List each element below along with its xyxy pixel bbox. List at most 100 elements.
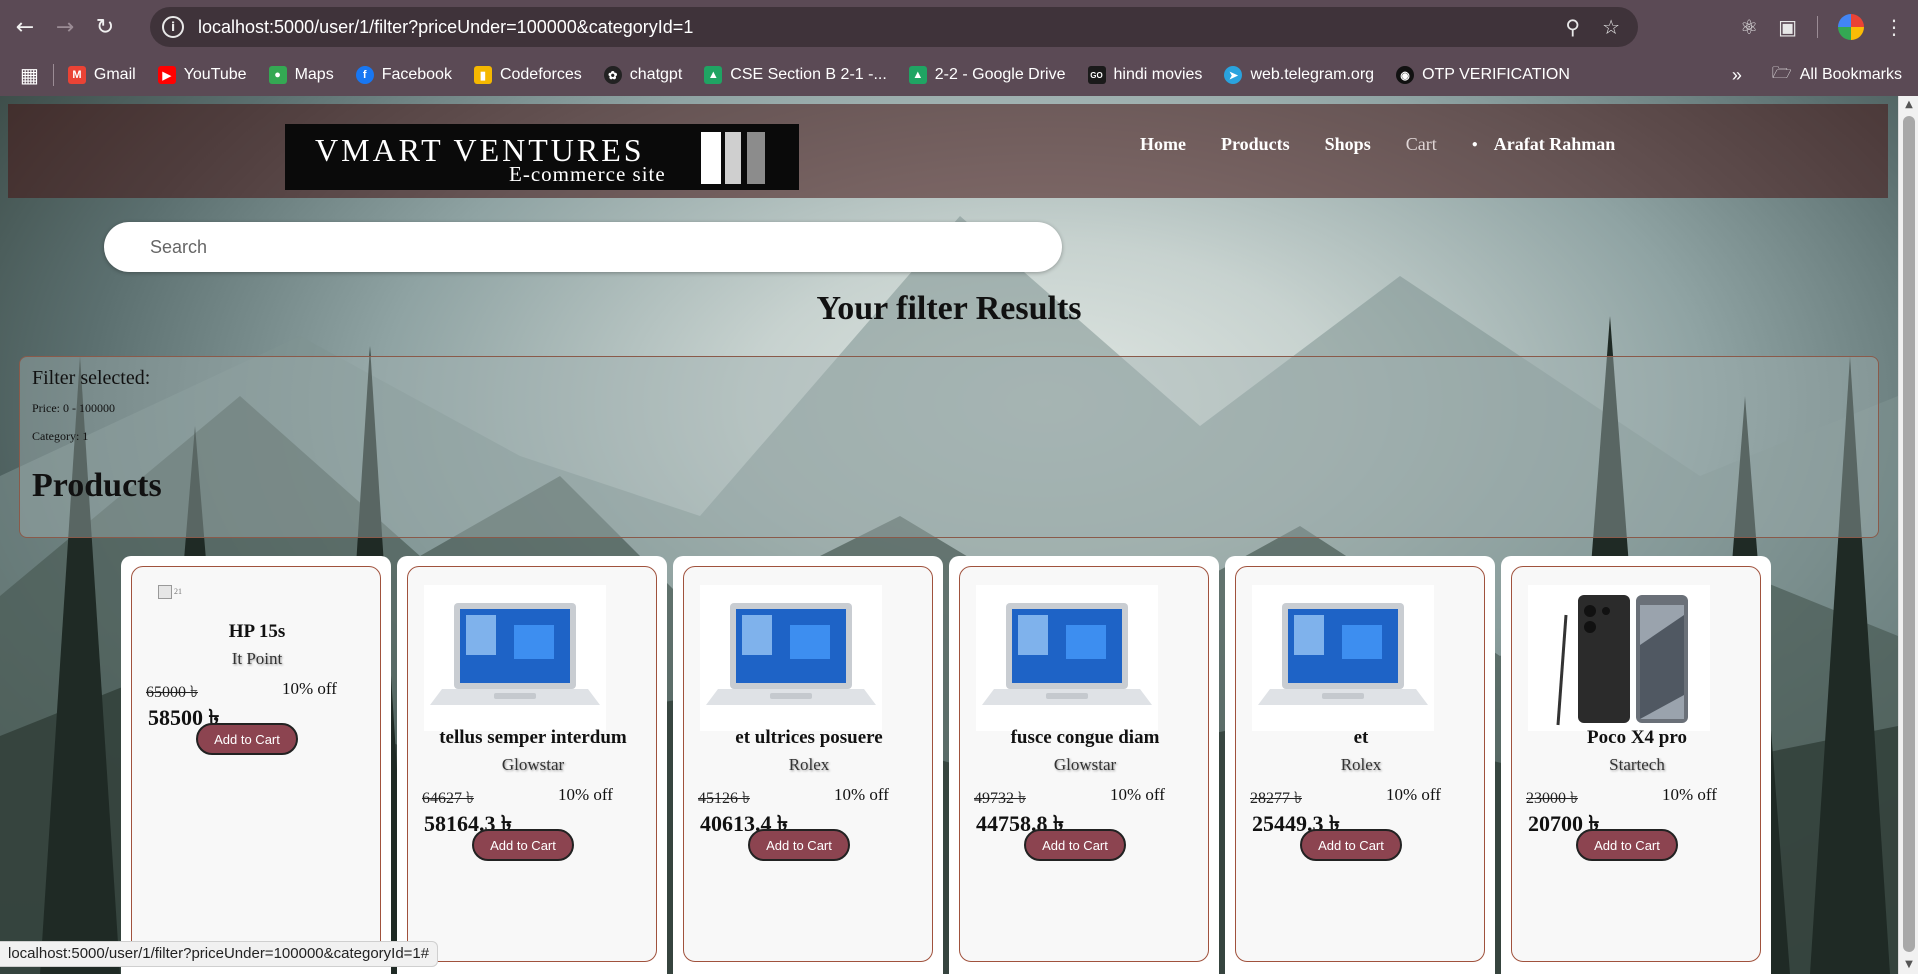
bookmark-youtube[interactable]: ▶ YouTube <box>157 66 247 84</box>
maps-icon: ● <box>268 66 287 84</box>
logo-bar-mark <box>747 132 765 184</box>
product-shop[interactable]: Glowstar <box>960 755 1210 775</box>
product-shop[interactable]: Rolex <box>684 755 934 775</box>
bookmark-gmail[interactable]: M Gmail <box>67 66 136 84</box>
bookmark-star-icon[interactable]: ☆ <box>1602 15 1620 39</box>
product-discount: 10% off <box>834 785 889 804</box>
bookmark-label: web.telegram.org <box>1250 66 1375 83</box>
bookmark-codeforces[interactable]: ▮ Codeforces <box>473 66 582 84</box>
product-image-laptop[interactable] <box>700 585 882 731</box>
facebook-icon: f <box>355 66 374 84</box>
toolbar-divider <box>1817 16 1818 38</box>
extension-react-icon[interactable]: ⚛ <box>1740 15 1758 39</box>
scrollbar-thumb[interactable] <box>1903 116 1915 952</box>
bookmark-otp[interactable]: ◉ OTP VERIFICATION <box>1396 66 1570 84</box>
product-card: et Rolex 28277 ৳ 10% off 25449.3 ৳ Add t… <box>1225 556 1495 974</box>
product-discount: 10% off <box>1662 785 1717 804</box>
product-discount: 10% off <box>1110 785 1165 804</box>
page-scrollbar[interactable]: ▲ ▼ <box>1898 96 1918 974</box>
product-image-laptop[interactable] <box>424 585 606 731</box>
page-viewport: VMART VENTURES E-commerce site Home Prod… <box>0 96 1898 974</box>
product-image-laptop[interactable] <box>1252 585 1434 731</box>
browser-toolbar: ← → ↻ i localhost:5000/user/1/filter?pri… <box>0 0 1918 54</box>
logo-bar-mark <box>701 132 721 184</box>
filter-category: Category: 1 <box>32 429 89 443</box>
bookmarks-bar: ▦ M Gmail ▶ YouTube ● Maps f Facebook ▮ Codef… <box>0 54 1918 96</box>
product-image-phone[interactable] <box>1528 585 1710 731</box>
movies-icon: GO <box>1087 66 1106 84</box>
zoom-icon[interactable]: ⚲ <box>1565 15 1580 39</box>
product-card: tellus semper interdum Glowstar 64627 ৳ … <box>397 556 667 974</box>
product-image-laptop[interactable] <box>976 585 1158 731</box>
browser-menu-icon[interactable]: ⋮ <box>1884 15 1904 39</box>
add-to-cart-button[interactable]: Add to Cart <box>1300 829 1402 861</box>
scroll-up-arrow-icon[interactable]: ▲ <box>1899 96 1918 114</box>
back-arrow-icon[interactable]: ← <box>8 10 42 44</box>
nav-shops[interactable]: Shops <box>1325 134 1371 155</box>
site-header: VMART VENTURES E-commerce site Home Prod… <box>8 104 1888 198</box>
drive-icon: ▲ <box>908 66 927 84</box>
all-bookmarks-folder[interactable]: 🗁 All Bookmarks <box>1772 62 1902 89</box>
telegram-icon: ➤ <box>1224 66 1243 84</box>
add-to-cart-button[interactable]: Add to Cart <box>1576 829 1678 861</box>
product-shop[interactable]: Startech <box>1512 755 1762 775</box>
more-bookmarks-chevron-icon[interactable]: » <box>1732 65 1742 86</box>
extensions-puzzle-icon[interactable]: ▣ <box>1778 15 1797 39</box>
bookmark-label: Codeforces <box>499 66 582 83</box>
all-bookmarks-label: All Bookmarks <box>1799 66 1902 83</box>
address-bar-url[interactable]: localhost:5000/user/1/filter?priceUnder=… <box>198 17 693 38</box>
product-shop[interactable]: Rolex <box>1236 755 1486 775</box>
bookmark-maps[interactable]: ● Maps <box>268 66 334 84</box>
site-logo[interactable]: VMART VENTURES E-commerce site <box>285 124 799 190</box>
product-card: Poco X4 pro Startech 23000 ৳ 10% off 207… <box>1501 556 1771 974</box>
product-discount: 10% off <box>558 785 613 804</box>
profile-avatar[interactable] <box>1838 14 1864 40</box>
nav-products[interactable]: Products <box>1221 134 1290 155</box>
product-card: 21 HP 15s It Point 65000 ৳ 10% off 58500… <box>121 556 391 974</box>
nav-user[interactable]: Arafat Rahman <box>1494 134 1616 155</box>
products-heading: Products <box>32 467 162 504</box>
product-name[interactable]: tellus semper interdum <box>408 727 658 749</box>
address-bar[interactable]: i localhost:5000/user/1/filter?priceUnde… <box>150 7 1638 47</box>
apps-grid-icon[interactable]: ▦ <box>20 63 39 88</box>
add-to-cart-button[interactable]: Add to Cart <box>1024 829 1126 861</box>
nav-bullet: ● <box>1471 139 1478 150</box>
product-discount: 10% off <box>282 679 337 698</box>
drive-icon: ▲ <box>704 66 723 84</box>
bookmark-label: Gmail <box>93 66 136 83</box>
search-input[interactable] <box>150 236 1010 258</box>
product-name[interactable]: fusce congue diam <box>960 727 1210 749</box>
add-to-cart-button[interactable]: Add to Cart <box>472 829 574 861</box>
logo-tagline: E-commerce site <box>509 162 666 186</box>
bookmark-hindi-movies[interactable]: GO hindi movies <box>1087 66 1202 84</box>
bookmark-label: OTP VERIFICATION <box>1422 66 1570 83</box>
product-name[interactable]: et <box>1236 727 1486 749</box>
scroll-down-arrow-icon[interactable]: ▼ <box>1899 956 1918 974</box>
nav-home[interactable]: Home <box>1140 134 1186 155</box>
product-shop[interactable]: Glowstar <box>408 755 658 775</box>
add-to-cart-button[interactable]: Add to Cart <box>196 723 298 755</box>
youtube-icon: ▶ <box>157 66 176 84</box>
bookmark-label: 2-2 - Google Drive <box>934 66 1066 83</box>
bookmark-google-drive[interactable]: ▲ 2-2 - Google Drive <box>908 66 1066 84</box>
bookmark-facebook[interactable]: f Facebook <box>355 66 452 84</box>
link-status-bar: localhost:5000/user/1/filter?priceUnder=… <box>0 941 439 967</box>
folder-icon: 🗁 <box>1771 64 1792 82</box>
nav-cart[interactable]: Cart <box>1406 134 1437 155</box>
bookmark-cse-section[interactable]: ▲ CSE Section B 2-1 -... <box>704 66 887 84</box>
product-name[interactable]: et ultrices posuere <box>684 727 934 749</box>
forward-arrow-icon[interactable]: → <box>48 10 82 44</box>
bookmark-label: Maps <box>294 66 334 83</box>
add-to-cart-button[interactable]: Add to Cart <box>748 829 850 861</box>
filter-price: Price: 0 - 100000 <box>32 401 115 415</box>
site-info-icon[interactable]: i <box>162 16 184 38</box>
product-name[interactable]: Poco X4 pro <box>1512 727 1762 749</box>
product-shop[interactable]: It Point <box>132 649 382 669</box>
bookmark-telegram[interactable]: ➤ web.telegram.org <box>1224 66 1374 84</box>
bookmark-chatgpt[interactable]: ✿ chatgpt <box>603 66 682 84</box>
product-name[interactable]: HP 15s <box>132 621 382 643</box>
chatgpt-icon: ✿ <box>603 66 622 84</box>
reload-icon[interactable]: ↻ <box>88 10 122 44</box>
gmail-icon: M <box>67 66 86 84</box>
main-nav: Home Products Shops Cart ● Arafat Rahman <box>1140 134 1650 155</box>
